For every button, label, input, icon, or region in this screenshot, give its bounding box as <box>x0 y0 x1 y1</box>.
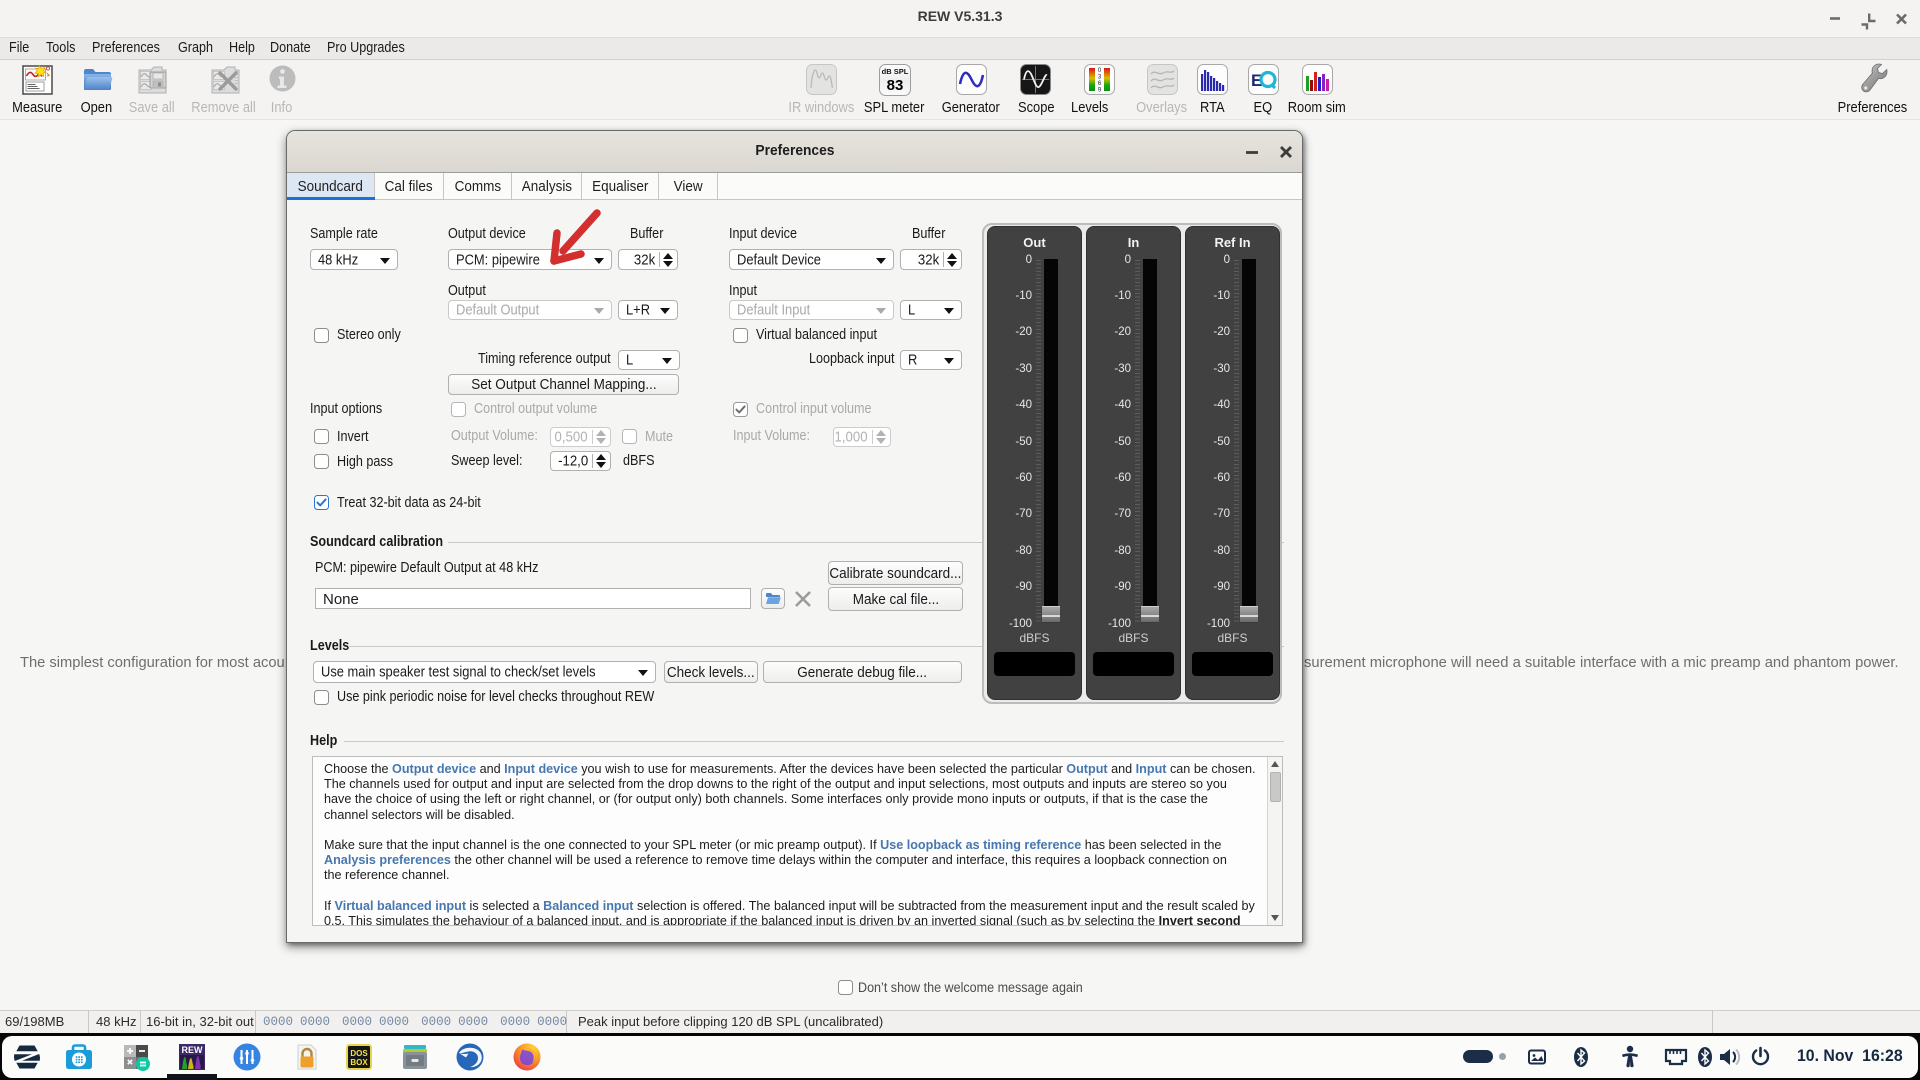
svg-text:83: 83 <box>887 77 904 94</box>
svg-text:dB SPL: dB SPL <box>882 67 909 76</box>
svg-text:DOS: DOS <box>350 1049 368 1058</box>
svg-text:REW: REW <box>182 1045 204 1055</box>
svg-text:BOX: BOX <box>350 1058 368 1067</box>
